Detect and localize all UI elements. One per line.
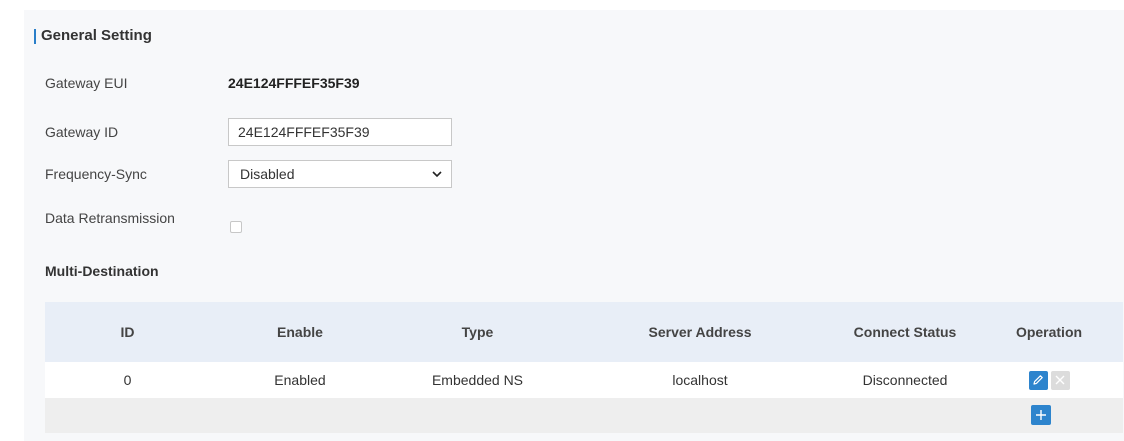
gateway-id-label: Gateway ID [45, 124, 119, 140]
frequency-sync-select[interactable]: Disabled [228, 160, 452, 188]
multi-destination-table: ID Enable Type Server Address Connect St… [45, 302, 1123, 433]
title-accent-bar [34, 29, 36, 44]
cell-connect-status: Disconnected [862, 372, 948, 388]
close-icon [1055, 375, 1065, 385]
gateway-id-input[interactable] [228, 118, 452, 146]
table-row: 0 Enabled Embedded NS localhost Disconne… [45, 362, 1123, 398]
table-add-row [45, 398, 1123, 433]
plus-icon [1036, 410, 1046, 420]
column-header-type: Type [461, 324, 494, 340]
column-header-operation: Operation [1015, 324, 1083, 340]
delete-button[interactable] [1050, 370, 1070, 390]
cell-operation [975, 370, 1123, 390]
chevron-down-icon [432, 171, 442, 178]
multi-destination-title: Multi-Destination [45, 263, 159, 279]
column-header-id: ID [120, 324, 135, 340]
cell-id: 0 [123, 372, 132, 388]
frequency-sync-selected-value: Disabled [240, 166, 295, 182]
column-header-server-address: Server Address [648, 324, 752, 340]
gateway-eui-value: 24E124FFFEF35F39 [228, 75, 360, 91]
edit-button[interactable] [1028, 370, 1048, 390]
cell-type: Embedded NS [431, 372, 524, 388]
section-title: General Setting [34, 28, 152, 44]
data-retransmission-label: Data Retransmission [45, 210, 175, 226]
table-header: ID Enable Type Server Address Connect St… [45, 302, 1123, 362]
section-title-text: General Setting [41, 27, 152, 44]
frequency-sync-label: Frequency-Sync [45, 166, 147, 182]
column-header-connect-status: Connect Status [853, 324, 957, 340]
gateway-eui-label: Gateway EUI [45, 75, 128, 91]
add-destination-button[interactable] [1031, 405, 1051, 425]
cell-enable: Enabled [274, 372, 326, 388]
column-header-enable: Enable [277, 324, 323, 340]
general-setting-panel: General Setting Gateway EUI 24E124FFFEF3… [24, 10, 1124, 441]
pencil-icon [1033, 375, 1043, 385]
cell-server-address: localhost [672, 372, 728, 388]
data-retransmission-checkbox[interactable] [230, 221, 242, 233]
